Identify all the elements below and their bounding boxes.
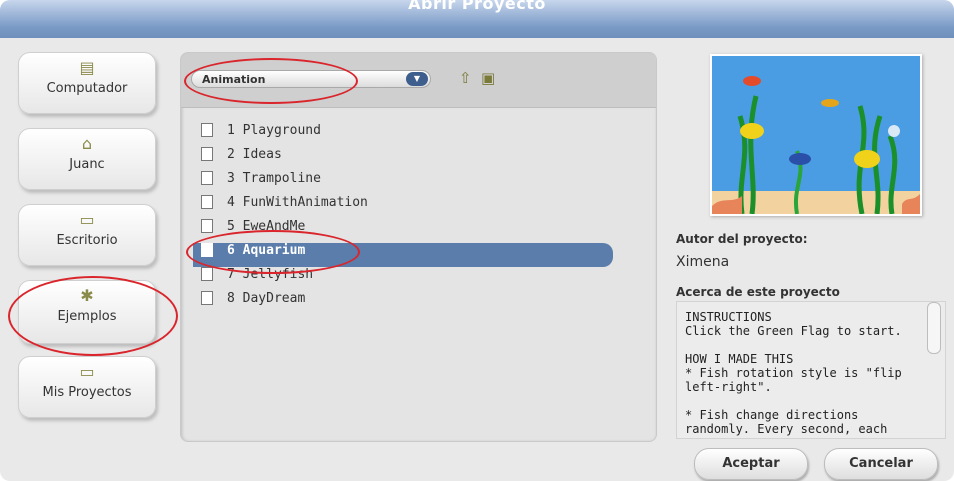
file-browser-panel: Animation ▼ ⇧ ▣ 1 Playground 2 Ideas 3 T… [180, 52, 657, 442]
cancel-button[interactable]: Cancelar [824, 448, 938, 480]
notes-scrollbar[interactable] [927, 302, 941, 354]
location-juanc-button[interactable]: ⌂ Juanc [18, 128, 156, 190]
file-name: 7 Jellyfish [227, 267, 314, 282]
location-mis-proyectos-button[interactable]: ▭ Mis Proyectos [18, 356, 156, 418]
file-item-selected[interactable]: 6 Aquarium [193, 242, 613, 267]
dialog-title: Abrir Proyecto [408, 0, 546, 13]
file-name: 3 Trampoline [227, 171, 321, 186]
folder-dropdown[interactable]: Animation ▼ [191, 70, 431, 88]
location-escritorio-button[interactable]: ▭ Escritorio [18, 204, 156, 266]
document-icon [201, 242, 213, 257]
file-item[interactable]: 4 FunWithAnimation [201, 194, 621, 219]
location-label: Computador [46, 81, 128, 96]
file-name: 2 Ideas [227, 147, 282, 162]
author-label: Autor del proyecto: [676, 232, 808, 246]
file-name: 1 Playground [227, 123, 321, 138]
location-ejemplos-button[interactable]: ✱ Ejemplos [18, 280, 156, 344]
file-name: 4 FunWithAnimation [227, 195, 368, 210]
document-icon [201, 146, 213, 161]
document-icon [201, 170, 213, 185]
location-label: Juanc [69, 157, 105, 172]
author-value: Ximena [676, 254, 730, 270]
file-item[interactable]: 1 Playground [201, 122, 621, 147]
file-item[interactable]: 8 DayDream [201, 290, 621, 315]
file-item[interactable]: 5 EweAndMe [201, 218, 621, 243]
open-project-dialog: Abrir Proyecto ▤ Computador ⌂ Juanc ▭ Es… [0, 0, 954, 481]
accept-button[interactable]: Aceptar [694, 448, 808, 480]
examples-folder-icon: ✱ [80, 286, 94, 305]
file-item[interactable]: 3 Trampoline [201, 170, 621, 195]
chevron-down-icon: ▼ [406, 72, 428, 86]
file-item[interactable]: 2 Ideas [201, 146, 621, 171]
folder-icon: ▭ [79, 210, 95, 229]
aquarium-scene [712, 56, 920, 214]
folder-dropdown-value: Animation [202, 73, 266, 86]
computer-icon: ▤ [79, 58, 95, 77]
document-icon [201, 122, 213, 137]
new-folder-icon[interactable]: ▣ [481, 68, 495, 88]
location-label: Mis Proyectos [42, 385, 132, 400]
dialog-title-bar: Abrir Proyecto [0, 0, 954, 38]
document-icon [201, 266, 213, 281]
document-icon [201, 218, 213, 233]
file-browser-toolbar: Animation ▼ ⇧ ▣ [181, 53, 656, 108]
project-notes-box[interactable]: INSTRUCTIONS Click the Green Flag to sta… [676, 301, 946, 439]
project-notes-text: INSTRUCTIONS Click the Green Flag to sta… [685, 310, 902, 436]
file-name: 5 EweAndMe [227, 219, 306, 234]
up-folder-icon[interactable]: ⇧ [459, 68, 472, 88]
location-computador-button[interactable]: ▤ Computador [18, 52, 156, 114]
file-name: 6 Aquarium [227, 243, 306, 258]
location-label: Ejemplos [57, 309, 117, 324]
home-icon: ⌂ [81, 134, 93, 153]
about-label: Acerca de este proyecto [676, 285, 840, 299]
file-list: 1 Playground 2 Ideas 3 Trampoline 4 FunW… [193, 122, 621, 315]
folder-icon: ▭ [79, 362, 95, 381]
document-icon [201, 194, 213, 209]
file-item[interactable]: 7 Jellyfish [201, 266, 621, 291]
project-thumbnail [710, 54, 922, 216]
file-name: 8 DayDream [227, 291, 306, 306]
location-label: Escritorio [56, 233, 118, 248]
document-icon [201, 290, 213, 305]
